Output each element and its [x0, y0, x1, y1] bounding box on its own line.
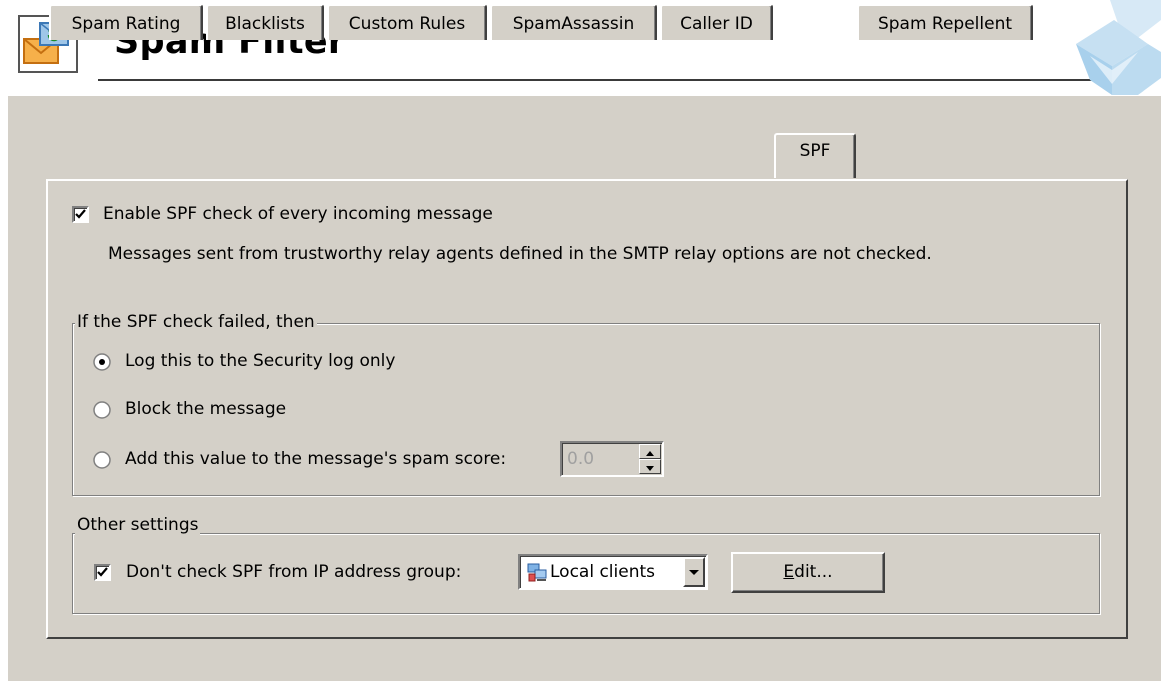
spin-up-button[interactable] [639, 444, 661, 459]
tab-label: Spam Repellent [877, 14, 1013, 34]
spinner-buttons [639, 444, 661, 474]
tab-spf[interactable]: SPF [774, 133, 856, 178]
relay-note: Messages sent from trustworthy relay age… [108, 244, 932, 264]
enable-spf-label: Enable SPF check of every incoming messa… [103, 204, 493, 224]
spam-score-value: 0.0 [567, 449, 595, 469]
tab-label: Custom Rules [348, 14, 466, 34]
checkmark-icon [75, 209, 86, 219]
tab-label: Caller ID [680, 14, 753, 34]
tab-label: SpamAssassin [512, 14, 635, 34]
dont-check-spf-label: Don't check SPF from IP address group: [126, 562, 462, 582]
block-message-radio[interactable] [93, 401, 111, 419]
tab-label: SPF [799, 141, 831, 161]
tab-label: Spam Rating [71, 14, 181, 34]
computers-group-icon [527, 563, 547, 582]
chevron-down-icon [689, 570, 699, 575]
enable-spf-checkbox[interactable] [72, 206, 89, 223]
spf-failed-group-title: If the SPF check failed, then [75, 312, 317, 332]
log-only-label: Log this to the Security log only [125, 351, 396, 371]
tab-label: Blacklists [225, 14, 305, 34]
add-score-radio[interactable] [93, 451, 111, 469]
other-settings-group-title: Other settings [75, 515, 201, 535]
ip-group-selected: Local clients [550, 562, 656, 582]
arrow-down-icon [646, 466, 654, 471]
edit-button[interactable]: Edit... [731, 552, 885, 593]
block-message-label: Block the message [125, 399, 287, 419]
log-only-radio[interactable] [93, 353, 111, 371]
dont-check-spf-checkbox[interactable] [94, 564, 111, 581]
edit-button-label: Edit... [783, 562, 833, 582]
ip-group-dropdown[interactable]: Local clients [518, 554, 708, 590]
kerio-logo [1076, 0, 1161, 95]
add-score-label: Add this value to the message's spam sco… [125, 449, 507, 469]
tab-spam-rating[interactable]: Spam Rating [49, 4, 203, 40]
spam-score-spinner[interactable]: 0.0 [560, 441, 664, 477]
spin-down-button[interactable] [639, 459, 661, 474]
tab-custom-rules[interactable]: Custom Rules [327, 4, 487, 40]
tab-blacklists[interactable]: Blacklists [206, 4, 324, 40]
checkmark-icon [97, 567, 108, 577]
tab-caller-id[interactable]: Caller ID [660, 4, 773, 40]
tab-spam-repellent[interactable]: Spam Repellent [857, 4, 1033, 40]
title-divider [98, 79, 1133, 81]
tab-spamassassin[interactable]: SpamAssassin [490, 4, 657, 40]
dropdown-button[interactable] [683, 557, 705, 587]
